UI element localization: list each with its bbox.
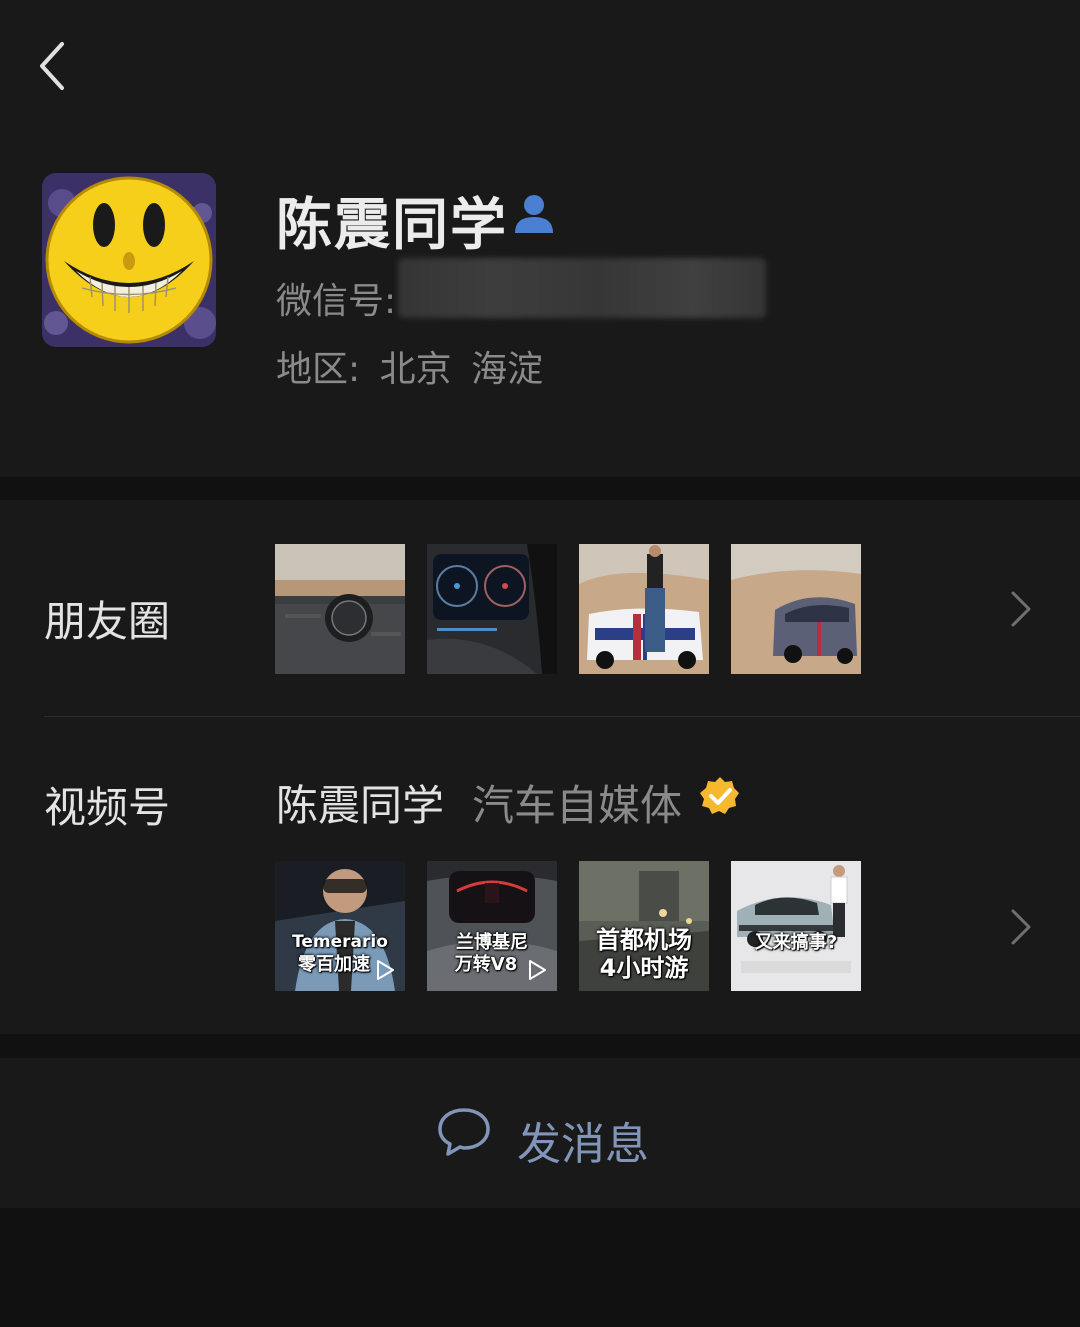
channel-video[interactable]: 又来搞事? (731, 861, 861, 991)
person-icon (515, 195, 553, 233)
send-message-button[interactable]: 发消息 (0, 1058, 1080, 1208)
region-district: 海淀 (471, 349, 544, 390)
chevron-right-icon[interactable] (1009, 907, 1033, 947)
channels-label: 视频号 (44, 783, 171, 832)
back-chevron-icon (40, 42, 64, 90)
moments-photo (579, 544, 709, 674)
play-icon (377, 960, 394, 980)
video-caption-line1: 又来搞事? (754, 932, 838, 953)
smiley-avatar-image (42, 173, 216, 347)
region: 地区: 北京 海淀 (276, 340, 551, 392)
channel-account-name[interactable]: 陈震同学 (276, 772, 444, 833)
wechat-id-redacted (398, 258, 766, 318)
back-button[interactable] (30, 34, 80, 98)
chevron-right-icon[interactable] (1009, 589, 1033, 629)
moments-photo (731, 544, 861, 674)
video-caption-line1: 兰博基尼 (456, 932, 528, 953)
channel-category: 汽车自媒体 (472, 781, 683, 830)
moments-photo (275, 544, 405, 674)
avatar[interactable] (42, 173, 216, 347)
region-label: 地区: (276, 349, 361, 390)
chat-bubble-icon (438, 1108, 490, 1156)
moments-photo (427, 544, 557, 674)
profile-name: 陈震同学 (276, 193, 508, 258)
video-caption-line1: 首都机场 (596, 926, 692, 954)
channel-video[interactable]: 兰博基尼 万转V8 (427, 861, 557, 991)
channel-video[interactable]: 首都机场 4小时游 (579, 861, 709, 991)
channel-video[interactable]: Temerario 零百加速 (275, 861, 405, 991)
video-caption-line2: 4小时游 (599, 954, 689, 982)
video-caption-line1: Temerario (292, 932, 388, 952)
moments-label: 朋友圈 (44, 597, 171, 646)
send-message-label: 发消息 (517, 1119, 649, 1170)
verified-badge-icon (700, 777, 739, 814)
play-icon (529, 960, 546, 980)
region-city: 北京 (379, 349, 452, 390)
wechat-id-label: 微信号: (276, 281, 397, 322)
profile-header: 陈震同学 微信号: 地区: 北京 海淀 (0, 0, 1080, 477)
moments-row[interactable]: 朋友圈 (0, 500, 1080, 716)
